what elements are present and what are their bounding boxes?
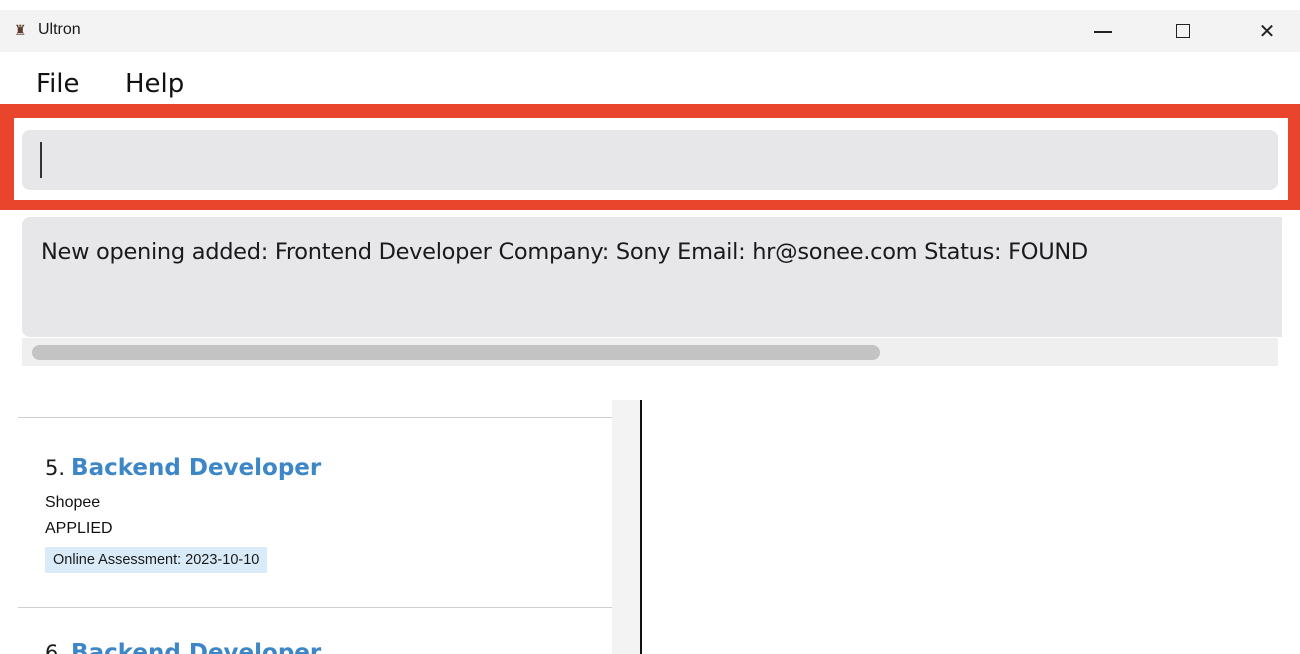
opening-company: Shopee — [45, 494, 101, 511]
minimize-icon — [1094, 31, 1112, 33]
menu-file[interactable]: File — [36, 69, 80, 99]
command-box-container — [14, 118, 1288, 200]
opening-index: 6. — [45, 641, 66, 654]
list-divider — [18, 607, 612, 608]
menu-bar: File Help — [0, 52, 1300, 104]
command-box-highlight — [0, 104, 1300, 210]
text-caret — [40, 142, 42, 178]
command-input[interactable] — [22, 130, 1278, 190]
maximize-icon — [1176, 24, 1190, 38]
opening-title: Backend Developer — [71, 455, 322, 481]
opening-index: 5. — [45, 456, 66, 480]
close-button[interactable]: ✕ — [1244, 14, 1290, 48]
interview-tag: Online Assessment: 2023-10-10 — [45, 547, 268, 573]
opening-card-header: 5. Backend Developer — [45, 455, 321, 481]
scrollbar-thumb[interactable] — [32, 345, 880, 360]
opening-status: APPLIED — [45, 520, 113, 537]
window-title: Ultron — [38, 21, 81, 38]
result-horizontal-scrollbar[interactable] — [22, 338, 1278, 366]
result-message: New opening added: Frontend Developer Co… — [41, 239, 1088, 265]
title-bar: ♜ Ultron ✕ — [0, 10, 1300, 52]
panel-splitter-line — [640, 400, 642, 654]
list-divider — [18, 417, 612, 418]
ultron-app-icon: ♜ — [14, 22, 27, 38]
maximize-button[interactable] — [1160, 14, 1206, 48]
opening-title: Backend Developer — [71, 640, 322, 654]
opening-card-header: 6. Backend Developer — [45, 640, 321, 654]
result-display: New opening added: Frontend Developer Co… — [22, 217, 1282, 337]
opening-list-panel: 5. Backend Developer Shopee APPLIED Onlin… — [18, 400, 612, 654]
menu-help[interactable]: Help — [125, 69, 184, 99]
close-icon: ✕ — [1258, 20, 1276, 43]
panel-splitter[interactable] — [612, 400, 640, 654]
minimize-button[interactable] — [1080, 14, 1126, 48]
